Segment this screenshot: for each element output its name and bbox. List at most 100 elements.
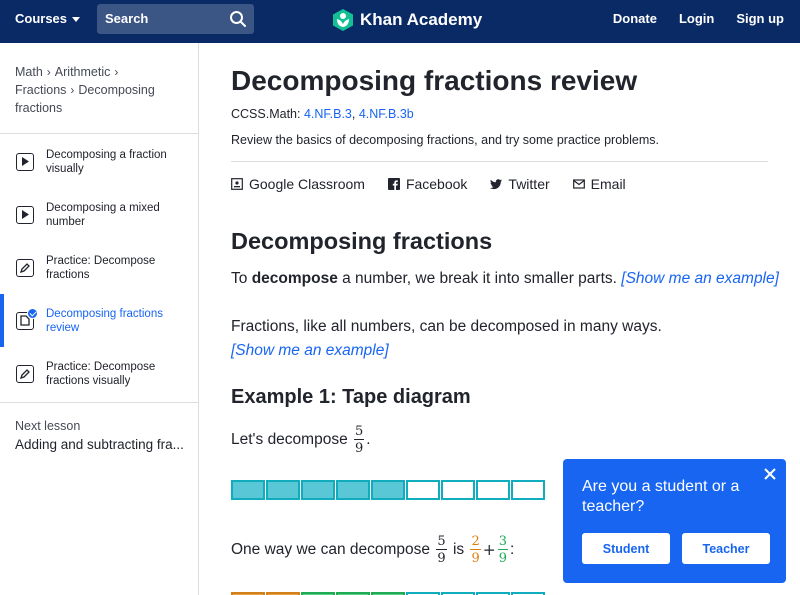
chevron-down-icon	[72, 17, 81, 22]
sidebar-item-label: Practice: Decompose fractions	[46, 254, 156, 281]
ccss-link-4nfb3b[interactable]: 4.NF.B.3b	[359, 107, 414, 121]
example-heading: Example 1: Tape diagram	[231, 386, 471, 408]
text: Let's decompose	[231, 431, 348, 448]
plus-sign: +	[482, 541, 496, 559]
sidebar-item-label: Decomposing a fraction visually	[46, 148, 167, 175]
active-indicator	[0, 294, 4, 347]
khan-academy-logo[interactable]: Khan Academy	[332, 8, 482, 32]
share-label: Twitter	[508, 176, 550, 192]
chevron-right-icon: ›	[46, 65, 51, 79]
text: a number, we break it into smaller parts…	[337, 270, 622, 287]
share-label: Google Classroom	[249, 176, 365, 192]
share-twitter[interactable]: Twitter	[490, 176, 550, 192]
google-classroom-icon	[231, 178, 243, 190]
sidebar-item-label: Decomposing fractions review	[46, 307, 163, 334]
fraction-five-ninths: 5 9	[354, 424, 365, 455]
denominator: 9	[437, 551, 446, 566]
paragraph-fractions: Fractions, like all numbers, can be deco…	[231, 315, 662, 363]
tape-cell-filled	[231, 480, 265, 500]
tape-cell-empty	[511, 480, 545, 500]
bold-term: decompose	[251, 270, 338, 287]
ccss-link-4nfb3[interactable]: 4.NF.B.3	[304, 107, 352, 121]
signup-link[interactable]: Sign up	[736, 11, 784, 26]
popup-title: Are you a student or a teacher?	[582, 478, 740, 515]
share-google-classroom[interactable]: Google Classroom	[231, 176, 365, 192]
tape-cell-filled	[301, 480, 335, 500]
show-example-link[interactable]: [Show me an example]	[231, 339, 662, 363]
numerator: 5	[436, 534, 447, 550]
breadcrumb-arithmetic[interactable]: Arithmetic	[55, 65, 111, 79]
show-example-link[interactable]: [Show me an example]	[621, 270, 779, 287]
search-icon[interactable]	[229, 10, 247, 28]
numerator: 3	[497, 534, 509, 550]
tape-cell-filled	[336, 480, 370, 500]
colon: :	[510, 541, 515, 558]
ccss-standards: CCSS.Math: 4.NF.B.3, 4.NF.B.3b	[231, 107, 414, 121]
ccss-separator: ,	[351, 107, 359, 121]
tape-cell-empty	[441, 480, 475, 500]
next-lesson-label: Next lesson	[15, 419, 81, 433]
sidebar-item-decomposing-mixed-number[interactable]: Decomposing a mixed number	[0, 188, 199, 241]
one-way-line: One way we can decompose 5 9 is 2 9 + 3 …	[231, 535, 514, 565]
text: Fractions, like all numbers, can be deco…	[231, 318, 662, 335]
divider	[0, 133, 199, 134]
leaf-hexagon-icon	[333, 9, 353, 31]
tape-diagram	[231, 480, 546, 500]
search-label: Search	[105, 11, 149, 26]
courses-menu[interactable]: Courses	[15, 11, 81, 26]
lesson-sidebar: Math › Arithmetic › Fractions › Decomposing f…	[0, 43, 199, 595]
sidebar-item-decomposing-fractions-review[interactable]: Decomposing fractions review	[0, 294, 199, 347]
email-icon	[572, 179, 585, 189]
divider	[231, 161, 768, 162]
tape-cell-empty	[476, 480, 510, 500]
divider	[0, 402, 199, 403]
chevron-right-icon: ›	[70, 83, 75, 97]
period: .	[366, 431, 371, 448]
text: is	[452, 541, 465, 558]
next-lesson[interactable]: Next lesson Adding and subtracting fra..…	[15, 419, 185, 452]
numerator: 5	[354, 424, 365, 440]
fraction-three-ninths: 3 9	[497, 534, 509, 566]
share-facebook[interactable]: Facebook	[387, 176, 468, 192]
paragraph-decompose: To decompose a number, we break it into …	[231, 267, 779, 291]
text: To	[231, 270, 252, 287]
twitter-icon	[490, 179, 503, 190]
student-button[interactable]: Student	[582, 533, 670, 564]
teacher-button[interactable]: Teacher	[682, 533, 770, 564]
share-label: Email	[590, 176, 626, 192]
sidebar-item-decomposing-fraction-visually[interactable]: Decomposing a fraction visually	[0, 135, 199, 188]
pencil-icon	[16, 258, 34, 277]
donate-link[interactable]: Donate	[613, 11, 657, 26]
breadcrumb-math[interactable]: Math	[15, 65, 43, 79]
share-bar: Google Classroom Facebook Twitter Email	[231, 176, 626, 192]
logo-text: Khan Academy	[360, 10, 483, 29]
ccss-prefix: CCSS.Math:	[231, 107, 304, 121]
play-icon	[16, 152, 34, 171]
fraction-five-ninths: 5 9	[436, 534, 447, 566]
sidebar-item-practice-decompose-visually[interactable]: Practice: Decompose fractions visually	[0, 347, 199, 400]
article-description: Review the basics of decomposing fractio…	[231, 133, 659, 147]
section-heading: Decomposing fractions	[231, 228, 493, 254]
breadcrumb: Math › Arithmetic › Fractions › Decomposing f…	[15, 63, 185, 117]
share-label: Facebook	[405, 176, 468, 192]
share-email[interactable]: Email	[572, 176, 626, 192]
close-icon[interactable]	[762, 466, 778, 482]
facebook-icon	[387, 178, 400, 190]
breadcrumb-fractions[interactable]: Fractions	[15, 83, 66, 97]
sidebar-item-practice-decompose-fractions[interactable]: Practice: Decompose fractions	[0, 241, 199, 294]
denominator: 9	[498, 551, 508, 566]
chevron-right-icon: ›	[114, 65, 119, 79]
pencil-icon	[16, 364, 34, 383]
search-box[interactable]: Search	[97, 4, 254, 34]
play-icon	[16, 205, 34, 224]
courses-label: Courses	[15, 11, 68, 26]
tape-cell-filled	[371, 480, 405, 500]
top-navbar: Courses Search Khan Academy Donate Login…	[0, 0, 800, 43]
next-lesson-title: Adding and subtracting fra...	[15, 437, 184, 452]
login-link[interactable]: Login	[679, 11, 714, 26]
header-actions: Donate Login Sign up	[613, 11, 784, 26]
sidebar-item-label: Practice: Decompose fractions visually	[46, 360, 156, 387]
role-prompt-popup: Are you a student or a teacher? Student …	[563, 459, 786, 583]
fraction-two-ninths: 2 9	[470, 535, 481, 565]
tape-cell-empty	[406, 480, 440, 500]
